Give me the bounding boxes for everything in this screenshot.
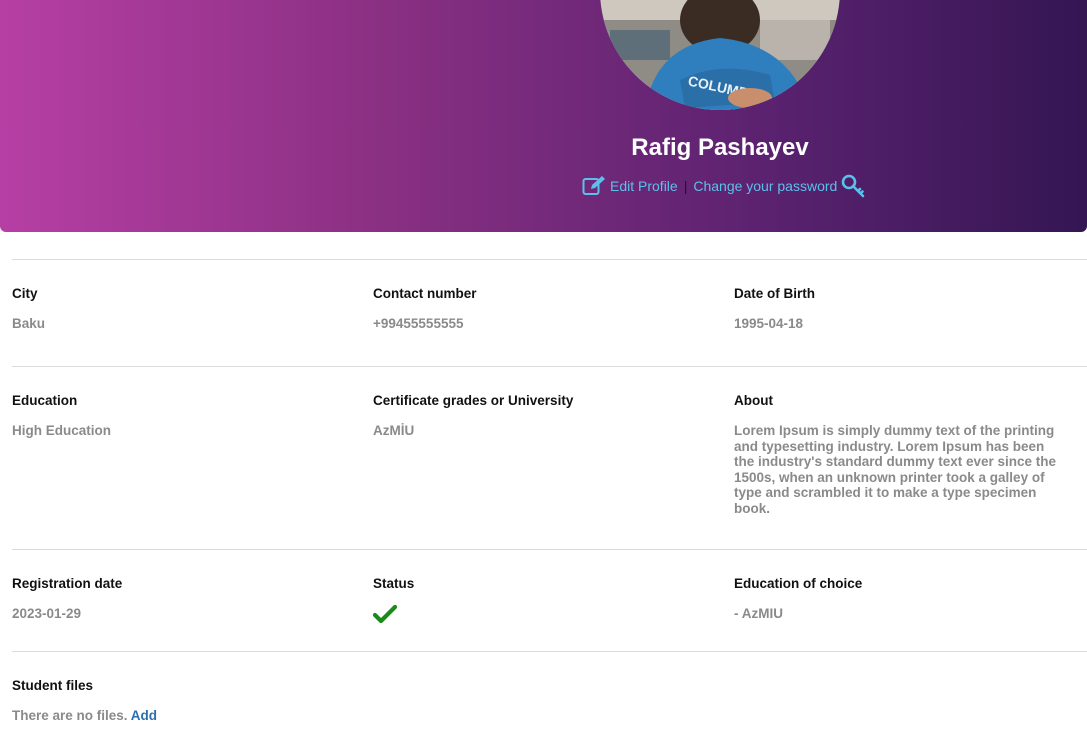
profile-name: Rafig Pashayev xyxy=(631,134,809,161)
avatar: COLUMBIA xyxy=(600,0,840,110)
change-password-link[interactable]: Change your password xyxy=(693,178,837,194)
key-icon[interactable] xyxy=(841,174,865,198)
status-label: Status xyxy=(373,576,415,591)
contact-value: +99455555555 xyxy=(373,316,464,331)
about-field: About Lorem Ipsum is simply dummy text o… xyxy=(734,393,1064,516)
registration-label: Registration date xyxy=(12,576,123,591)
certificate-field: Certificate grades or University AzMİU xyxy=(373,393,573,439)
avatar-photo: COLUMBIA xyxy=(600,0,840,110)
edit-icon[interactable] xyxy=(582,175,606,197)
certificate-label: Certificate grades or University xyxy=(373,393,574,408)
profile-actions: Edit Profile | Change your password xyxy=(582,173,865,199)
dob-value: 1995-04-18 xyxy=(734,316,804,331)
add-file-link[interactable]: Add xyxy=(131,708,157,723)
files-row: Student files There are no files. Add xyxy=(12,651,1087,745)
certificate-value: AzMİU xyxy=(373,423,415,438)
city-label: City xyxy=(12,286,38,301)
education-field: Education High Education xyxy=(12,393,111,439)
registration-value: 2023-01-29 xyxy=(12,606,82,621)
actions-separator: | xyxy=(683,178,688,194)
info-row-1: City Baku Contact number +99455555555 Da… xyxy=(12,259,1087,366)
education-value: High Education xyxy=(12,423,111,438)
info-row-2: Education High Education Certificate gra… xyxy=(12,366,1087,549)
files-field: Student files There are no files. Add xyxy=(12,678,157,724)
choice-value: - AzMIU xyxy=(734,606,783,621)
contact-label: Contact number xyxy=(373,286,477,301)
about-value: Lorem Ipsum is simply dummy text of the … xyxy=(734,423,1057,516)
status-field: Status xyxy=(372,576,415,629)
education-label: Education xyxy=(12,393,78,408)
check-icon xyxy=(372,604,414,629)
no-files-text: There are no files. xyxy=(12,708,128,723)
profile-header: COLUMBIA Rafig Pashayev Edit Profile | C… xyxy=(0,0,1087,232)
dob-label: Date of Birth xyxy=(734,286,815,301)
choice-field: Education of choice - AzMIU xyxy=(734,576,862,622)
registration-field: Registration date 2023-01-29 xyxy=(12,576,122,622)
files-label: Student files xyxy=(12,678,94,693)
about-label: About xyxy=(734,393,773,408)
choice-label: Education of choice xyxy=(734,576,863,591)
files-value: There are no files. Add xyxy=(12,708,157,724)
dob-field: Date of Birth 1995-04-18 xyxy=(734,286,815,332)
edit-profile-link[interactable]: Edit Profile xyxy=(610,178,678,194)
info-row-3: Registration date 2023-01-29 Status Educ… xyxy=(12,549,1087,651)
contact-field: Contact number +99455555555 xyxy=(373,286,477,332)
city-value: Baku xyxy=(12,316,46,331)
city-field: City Baku xyxy=(12,286,45,332)
